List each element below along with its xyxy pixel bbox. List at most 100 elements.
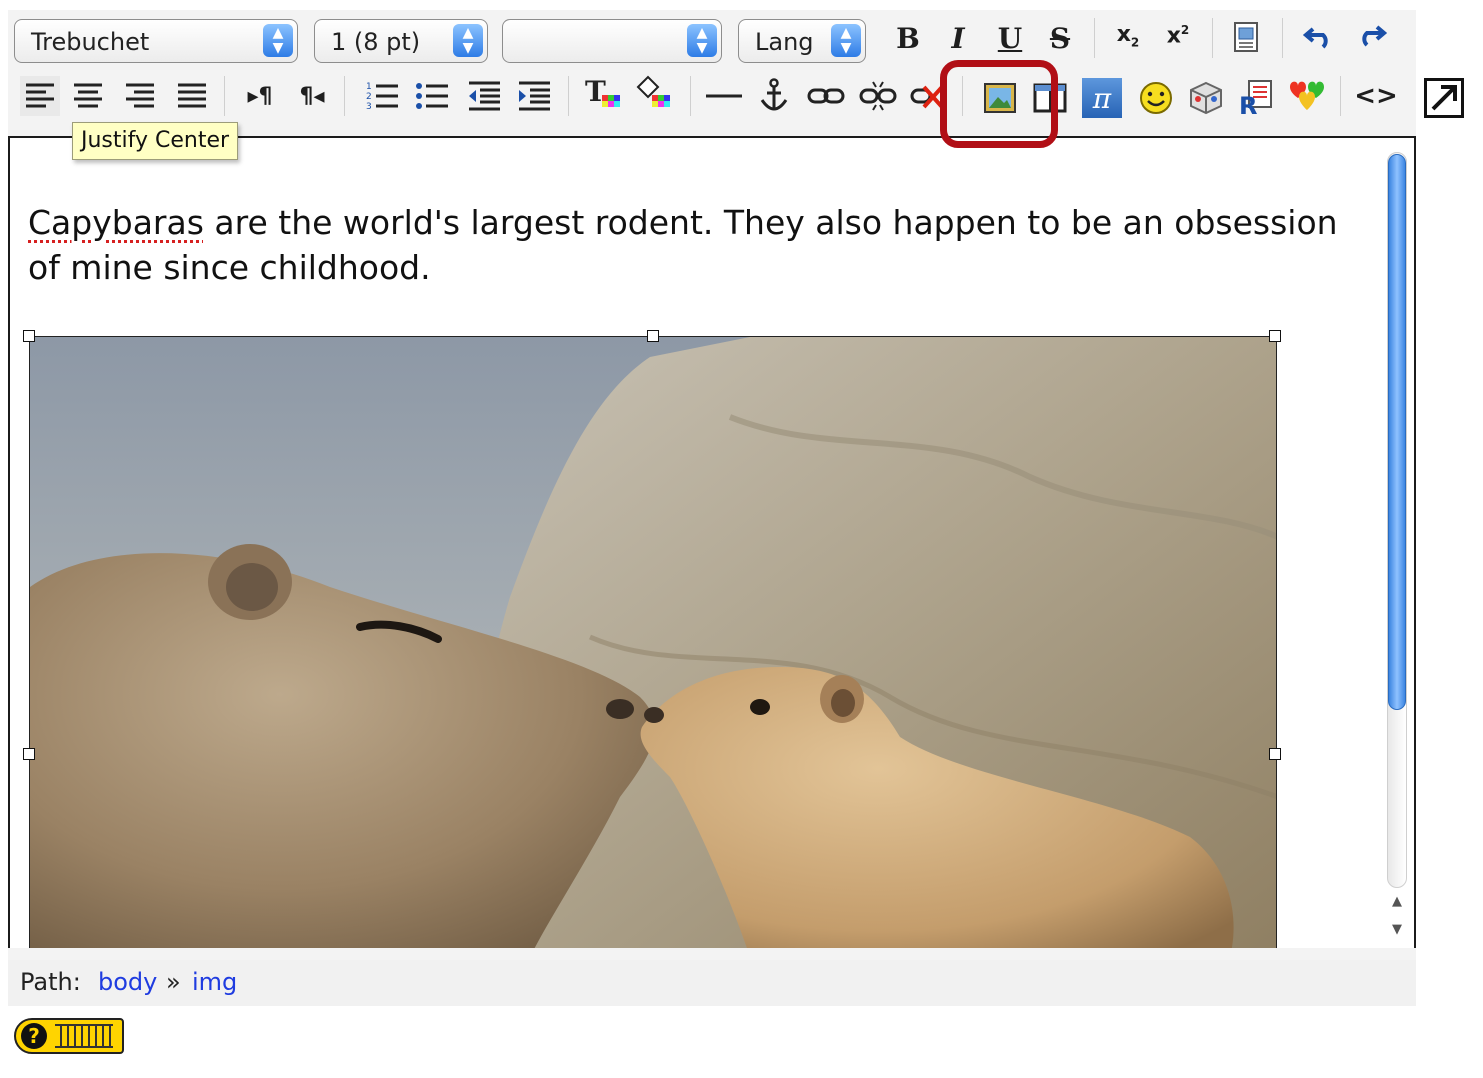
redo-button[interactable] xyxy=(1350,14,1390,54)
scroll-up-button[interactable]: ▲ xyxy=(1386,888,1408,916)
undo-button[interactable] xyxy=(1300,16,1340,56)
justify-center-button[interactable] xyxy=(68,76,108,116)
redo-icon xyxy=(1362,25,1387,47)
path-item-img[interactable]: img xyxy=(192,968,237,996)
font-size-select[interactable]: 1 (8 pt) ▲ ▼ xyxy=(314,19,488,63)
insert-equation-button[interactable]: π xyxy=(1082,78,1122,118)
background-color-button[interactable] xyxy=(634,74,674,114)
help-icon: ? xyxy=(21,1023,47,1049)
link-button[interactable] xyxy=(806,76,846,116)
language-select[interactable]: Lang ▲ ▼ xyxy=(738,19,866,63)
anchor-icon xyxy=(760,78,788,111)
svg-text:1: 1 xyxy=(366,82,372,92)
justify-right-button[interactable] xyxy=(120,76,160,116)
unordered-list-icon xyxy=(416,83,448,109)
horizontal-rule-button[interactable] xyxy=(704,76,744,116)
keyboard-icon xyxy=(55,1024,113,1048)
toolbar-separator xyxy=(1212,18,1213,58)
path-label: Path: xyxy=(20,968,81,996)
resize-handle-e[interactable] xyxy=(1269,748,1281,760)
ordered-list-button[interactable]: 123 xyxy=(362,76,402,116)
italic-icon: I xyxy=(951,21,965,55)
toolbar-separator xyxy=(224,76,225,116)
unordered-list-button[interactable] xyxy=(412,76,452,116)
ltr-button[interactable]: ▸¶ xyxy=(240,76,280,116)
heading-select[interactable]: ▲ ▼ xyxy=(502,19,722,63)
html-source-button[interactable]: <> xyxy=(1354,76,1398,116)
insert-hearts-button[interactable] xyxy=(1288,76,1328,116)
strikethrough-icon: S xyxy=(1049,21,1071,55)
paint-bucket-icon xyxy=(636,75,670,107)
rtl-button[interactable]: ¶◂ xyxy=(292,76,332,116)
justify-full-button[interactable] xyxy=(172,76,212,116)
align-right-icon xyxy=(126,83,154,108)
text-color-button[interactable]: T xyxy=(584,74,624,114)
expand-icon xyxy=(1431,85,1457,111)
content-scrollbar[interactable]: ▲ ▼ xyxy=(1386,144,1408,944)
accessibility-help-button[interactable]: ? xyxy=(14,1018,124,1054)
pi-icon: π xyxy=(1092,81,1112,115)
align-justify-icon xyxy=(178,83,206,108)
image-button-highlight xyxy=(940,60,1058,148)
paste-word-icon xyxy=(1234,22,1258,52)
toolbar-separator xyxy=(1094,18,1095,58)
spellcheck-button[interactable]: R xyxy=(1236,78,1276,118)
scroll-thumb[interactable] xyxy=(1388,154,1406,710)
subscript-icon: x2 xyxy=(1116,22,1140,50)
ltr-icon: ▸¶ xyxy=(247,83,273,109)
tooltip: Justify Center xyxy=(72,122,239,160)
editor-content[interactable]: Capybaras are the world's largest rodent… xyxy=(8,136,1416,948)
scroll-down-button[interactable]: ▼ xyxy=(1386,916,1408,944)
resize-handle-nw[interactable] xyxy=(23,330,35,342)
misspelled-word[interactable]: Capybaras xyxy=(28,203,204,242)
paragraph-text: are the world's largest rodent. They als… xyxy=(28,203,1338,287)
indent-icon xyxy=(519,81,550,111)
italic-button[interactable]: I xyxy=(938,18,978,58)
text-color-icon: T xyxy=(585,75,620,108)
anchor-button[interactable] xyxy=(754,76,794,116)
resize-handle-n[interactable] xyxy=(647,330,659,342)
toolbar-separator xyxy=(1340,76,1341,116)
svg-text:2: 2 xyxy=(366,92,372,102)
toolbar-separator xyxy=(344,76,345,116)
font-size-value: 1 (8 pt) xyxy=(331,28,421,56)
align-left-icon xyxy=(26,83,54,108)
strikethrough-button[interactable]: S xyxy=(1040,18,1080,58)
unlink-icon xyxy=(859,81,897,111)
path-item-body[interactable]: body xyxy=(98,968,157,996)
svg-text:3: 3 xyxy=(366,102,372,112)
insert-media-button[interactable] xyxy=(1186,78,1226,118)
font-family-value: Trebuchet xyxy=(31,28,150,56)
select-arrows-icon: ▲ ▼ xyxy=(831,24,861,57)
font-family-select[interactable]: Trebuchet ▲ ▼ xyxy=(14,19,298,63)
toolbar-separator xyxy=(1282,18,1283,58)
underline-button[interactable]: U xyxy=(990,18,1030,58)
unlink-button[interactable] xyxy=(858,76,898,116)
capybara-image[interactable] xyxy=(29,336,1277,948)
link-icon xyxy=(807,88,845,104)
outdent-button[interactable] xyxy=(464,76,504,116)
align-center-icon xyxy=(74,83,102,108)
insert-smiley-button[interactable] xyxy=(1136,78,1176,118)
resize-handle-ne[interactable] xyxy=(1269,330,1281,342)
underline-icon: U xyxy=(997,21,1023,55)
paste-from-word-button[interactable] xyxy=(1226,18,1266,58)
justify-left-button[interactable] xyxy=(20,76,60,116)
hearts-icon xyxy=(1290,81,1324,110)
path-separator: » xyxy=(166,968,181,996)
superscript-icon: x2 xyxy=(1166,23,1190,49)
content-paragraph[interactable]: Capybaras are the world's largest rodent… xyxy=(28,200,1368,290)
toolbar-separator xyxy=(568,76,569,116)
select-arrows-icon: ▲ ▼ xyxy=(263,24,293,57)
superscript-button[interactable]: x2 xyxy=(1158,16,1198,56)
code-icon: <> xyxy=(1354,81,1398,111)
fullscreen-button[interactable] xyxy=(1424,78,1464,118)
toolbar-separator xyxy=(690,76,691,116)
bold-button[interactable]: B xyxy=(888,18,928,58)
subscript-button[interactable]: x2 xyxy=(1108,16,1148,56)
undo-icon xyxy=(1303,27,1328,49)
ordered-list-icon: 123 xyxy=(366,82,398,112)
language-value: Lang xyxy=(755,28,814,56)
indent-button[interactable] xyxy=(514,76,554,116)
resize-handle-w[interactable] xyxy=(23,748,35,760)
